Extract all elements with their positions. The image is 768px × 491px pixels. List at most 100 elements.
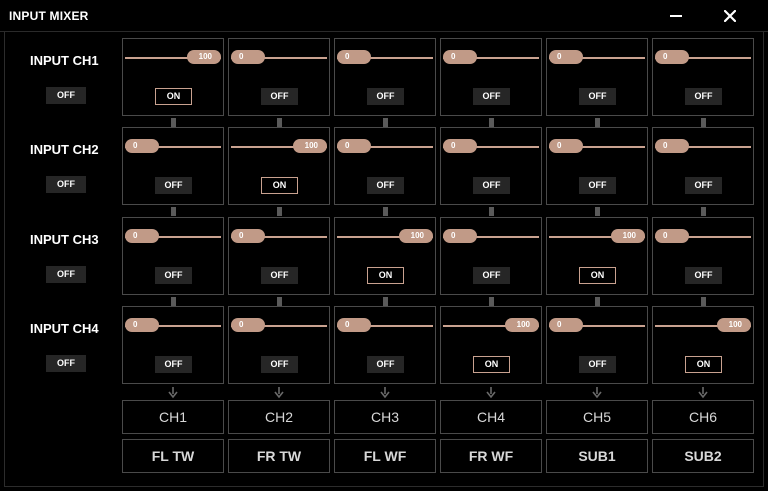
- row-toggle-input-ch2[interactable]: OFF: [46, 176, 86, 193]
- slider-thumb[interactable]: 0: [549, 318, 583, 332]
- mix-cell-in3-out1: 0 OFF: [122, 217, 224, 295]
- mix-toggle-button[interactable]: OFF: [685, 177, 722, 194]
- mix-toggle-button[interactable]: OFF: [261, 356, 298, 373]
- level-slider[interactable]: 0: [231, 317, 327, 335]
- level-slider[interactable]: 100: [231, 138, 327, 156]
- level-slider[interactable]: 0: [549, 49, 645, 67]
- level-slider[interactable]: 0: [337, 138, 433, 156]
- row-toggle-input-ch4[interactable]: OFF: [46, 355, 86, 372]
- output-assignment-label[interactable]: FR TW: [228, 439, 330, 473]
- input-mixer-window: INPUT MIXER INPUT CH1 OFF 100 ON 0 OFF 0 OFF 0 OF…: [0, 0, 768, 491]
- signal-connector: [700, 207, 706, 216]
- slider-thumb[interactable]: 0: [125, 139, 159, 153]
- level-slider[interactable]: 0: [337, 49, 433, 67]
- mix-toggle-button[interactable]: ON: [367, 267, 404, 284]
- slider-thumb[interactable]: 100: [399, 229, 433, 243]
- mix-toggle-button[interactable]: OFF: [473, 177, 510, 194]
- slider-thumb[interactable]: 0: [655, 139, 689, 153]
- mix-cell-in1-out6: 0 OFF: [652, 38, 754, 116]
- slider-thumb[interactable]: 0: [231, 50, 265, 64]
- slider-thumb[interactable]: 0: [337, 318, 371, 332]
- level-slider[interactable]: 100: [549, 228, 645, 246]
- signal-connector: [488, 297, 494, 306]
- output-assignment-label[interactable]: FR WF: [440, 439, 542, 473]
- output-channel-label: CH1: [122, 400, 224, 434]
- slider-thumb[interactable]: 0: [443, 229, 477, 243]
- mix-toggle-button[interactable]: OFF: [685, 88, 722, 105]
- level-slider[interactable]: 0: [125, 138, 221, 156]
- output-assignment-label[interactable]: SUB1: [546, 439, 648, 473]
- level-slider[interactable]: 0: [443, 49, 539, 67]
- slider-thumb[interactable]: 100: [717, 318, 751, 332]
- slider-thumb[interactable]: 0: [549, 50, 583, 64]
- minimize-button[interactable]: [662, 4, 690, 28]
- mix-toggle-button[interactable]: OFF: [685, 267, 722, 284]
- mix-toggle-button[interactable]: OFF: [579, 356, 616, 373]
- level-slider[interactable]: 0: [125, 317, 221, 335]
- slider-thumb[interactable]: 100: [187, 50, 221, 64]
- minimize-icon: [670, 15, 682, 17]
- mix-toggle-button[interactable]: OFF: [155, 267, 192, 284]
- mix-toggle-button[interactable]: ON: [473, 356, 510, 373]
- signal-connector: [170, 118, 176, 127]
- mix-toggle-button[interactable]: OFF: [367, 177, 404, 194]
- slider-thumb[interactable]: 0: [125, 318, 159, 332]
- mix-toggle-button[interactable]: OFF: [473, 267, 510, 284]
- level-slider[interactable]: 100: [337, 228, 433, 246]
- slider-thumb[interactable]: 0: [337, 50, 371, 64]
- row-toggle-input-ch3[interactable]: OFF: [46, 266, 86, 283]
- mix-cell-in4-out2: 0 OFF: [228, 306, 330, 384]
- level-slider[interactable]: 0: [125, 228, 221, 246]
- level-slider[interactable]: 0: [549, 138, 645, 156]
- level-slider[interactable]: 0: [655, 228, 751, 246]
- output-assignment-label[interactable]: FL TW: [122, 439, 224, 473]
- mix-toggle-button[interactable]: ON: [155, 88, 192, 105]
- level-slider[interactable]: 100: [443, 317, 539, 335]
- mix-toggle-button[interactable]: OFF: [261, 88, 298, 105]
- mix-cell-in1-out4: 0 OFF: [440, 38, 542, 116]
- mix-cell-in1-out3: 0 OFF: [334, 38, 436, 116]
- row-toggle-input-ch1[interactable]: OFF: [46, 87, 86, 104]
- level-slider[interactable]: 0: [231, 228, 327, 246]
- slider-thumb[interactable]: 0: [655, 50, 689, 64]
- level-slider[interactable]: 0: [655, 138, 751, 156]
- mix-toggle-button[interactable]: ON: [261, 177, 298, 194]
- level-slider[interactable]: 100: [125, 49, 221, 67]
- mix-cell-in2-out5: 0 OFF: [546, 127, 648, 205]
- arrow-down-icon: [592, 387, 602, 399]
- mix-toggle-button[interactable]: OFF: [367, 88, 404, 105]
- output-assignment-label[interactable]: SUB2: [652, 439, 754, 473]
- mix-toggle-button[interactable]: OFF: [155, 177, 192, 194]
- output-assignment-label[interactable]: FL WF: [334, 439, 436, 473]
- slider-thumb[interactable]: 0: [231, 229, 265, 243]
- slider-thumb[interactable]: 0: [443, 50, 477, 64]
- level-slider[interactable]: 0: [337, 317, 433, 335]
- level-slider[interactable]: 0: [231, 49, 327, 67]
- mix-toggle-button[interactable]: OFF: [579, 88, 616, 105]
- arrow-down-icon: [486, 387, 496, 399]
- slider-thumb[interactable]: 100: [293, 139, 327, 153]
- mix-toggle-button[interactable]: OFF: [579, 177, 616, 194]
- slider-thumb[interactable]: 0: [337, 139, 371, 153]
- slider-thumb[interactable]: 0: [655, 229, 689, 243]
- slider-thumb[interactable]: 0: [443, 139, 477, 153]
- mix-toggle-button[interactable]: OFF: [473, 88, 510, 105]
- close-button[interactable]: [716, 4, 744, 28]
- mix-cell-in4-out4: 100 ON: [440, 306, 542, 384]
- mix-toggle-button[interactable]: OFF: [367, 356, 404, 373]
- slider-thumb[interactable]: 100: [611, 229, 645, 243]
- mix-cell-in3-out6: 0 OFF: [652, 217, 754, 295]
- slider-thumb[interactable]: 0: [231, 318, 265, 332]
- slider-thumb[interactable]: 0: [125, 229, 159, 243]
- level-slider[interactable]: 0: [443, 228, 539, 246]
- level-slider[interactable]: 0: [443, 138, 539, 156]
- mix-toggle-button[interactable]: OFF: [261, 267, 298, 284]
- mix-toggle-button[interactable]: ON: [685, 356, 722, 373]
- level-slider[interactable]: 0: [655, 49, 751, 67]
- slider-thumb[interactable]: 100: [505, 318, 539, 332]
- level-slider[interactable]: 100: [655, 317, 751, 335]
- level-slider[interactable]: 0: [549, 317, 645, 335]
- mix-toggle-button[interactable]: ON: [579, 267, 616, 284]
- mix-toggle-button[interactable]: OFF: [155, 356, 192, 373]
- slider-thumb[interactable]: 0: [549, 139, 583, 153]
